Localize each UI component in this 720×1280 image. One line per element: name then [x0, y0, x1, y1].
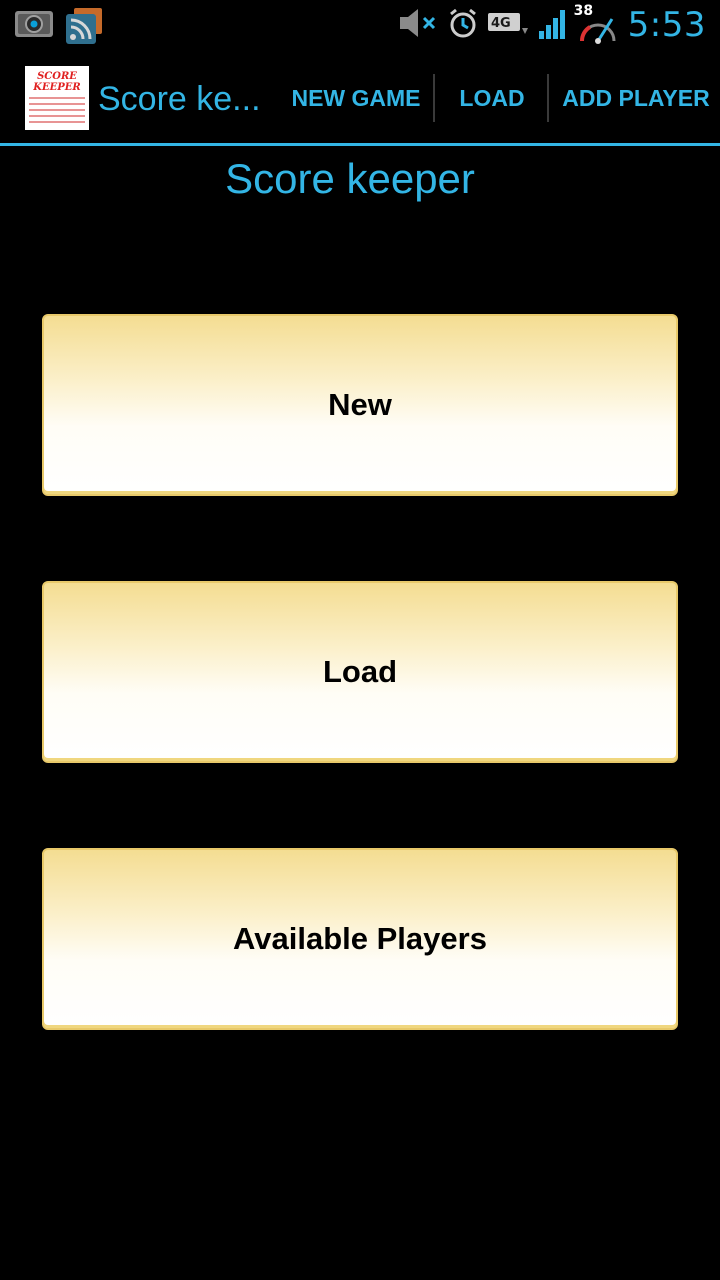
4g-lte-icon: 4G — [487, 8, 528, 43]
svg-text:SCORE: SCORE — [37, 71, 77, 82]
available-players-button[interactable]: Available Players — [42, 848, 678, 1030]
system-icons: 4G 38 5:53 — [398, 3, 706, 46]
page-title: Score keeper — [225, 155, 475, 202]
new-button[interactable]: New — [42, 314, 678, 496]
temperature-label: 38 — [573, 3, 594, 19]
alarm-clock-icon — [448, 7, 478, 44]
load-button-label: Load — [322, 654, 398, 689]
new-game-action[interactable]: NEW GAME — [290, 74, 422, 122]
action-divider — [547, 74, 549, 122]
muted-speaker-icon — [398, 6, 438, 45]
speedometer-icon: 38 — [574, 3, 618, 45]
notification-icons — [14, 8, 104, 49]
status-bar: 4G 38 5:53 — [0, 0, 720, 50]
svg-text:KEEPER: KEEPER — [32, 82, 80, 93]
clock: 5:53 — [627, 5, 706, 45]
signal-bars-icon — [538, 7, 568, 44]
action-divider — [433, 74, 435, 122]
svg-text:4G: 4G — [491, 16, 511, 31]
load-action[interactable]: LOAD — [446, 74, 538, 122]
add-player-action[interactable]: ADD PLAYER — [560, 74, 712, 122]
load-button[interactable]: Load — [42, 581, 678, 763]
new-button-label: New — [328, 387, 392, 422]
app-title[interactable]: Score ke... — [98, 78, 278, 120]
app-logo[interactable]: SCORE KEEPER — [25, 66, 89, 130]
action-bar: SCORE KEEPER Score ke... NEW GAME LOAD A… — [0, 50, 720, 146]
rss-icon — [66, 8, 104, 49]
camera-icon — [14, 8, 54, 49]
available-players-button-label: Available Players — [233, 921, 487, 956]
